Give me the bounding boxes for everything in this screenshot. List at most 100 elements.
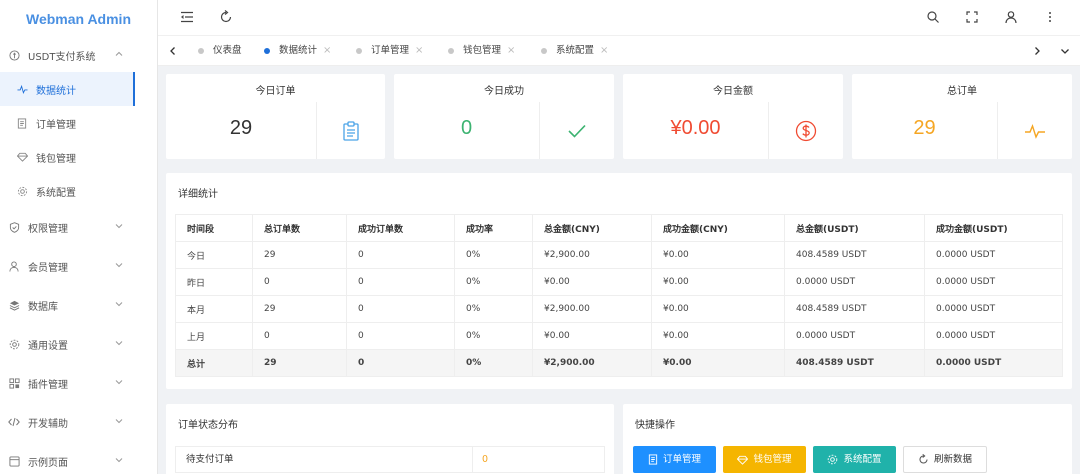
sidebar-item-wallets[interactable]: 钱包管理 <box>0 140 157 174</box>
table-cell: 29 <box>252 241 347 269</box>
user-icon[interactable] <box>1004 10 1018 24</box>
more-vertical-icon[interactable] <box>1043 10 1057 24</box>
table-total-row: 总计 29 0 0% ¥2,900.00 ¥0.00 408.4589 USDT 0.0000… <box>175 349 1063 377</box>
refresh-icon <box>918 454 929 465</box>
table-cell: 今日 <box>175 241 253 269</box>
sidebar-item-general-settings[interactable]: 通用设置 <box>0 327 157 361</box>
table-cell: 0 <box>346 241 455 269</box>
column-header: 成功金额(CNY) <box>651 214 785 242</box>
sidebar-item-permissions[interactable]: 权限管理 <box>0 210 157 244</box>
button-label: 钱包管理 <box>753 454 792 465</box>
usdt-icon <box>8 49 20 61</box>
table-cell: ¥0.00 <box>651 295 785 323</box>
sidebar-item-sys-config[interactable]: 系统配置 <box>0 174 157 208</box>
table-cell: 29 <box>252 295 347 323</box>
button-label: 系统配置 <box>843 454 882 465</box>
table-cell: ¥0.00 <box>651 349 785 377</box>
chevron-down-icon <box>115 458 123 463</box>
refresh-icon[interactable] <box>219 10 233 24</box>
chevron-down-icon[interactable] <box>1060 46 1070 56</box>
column-header: 成功金额(USDT) <box>924 214 1063 242</box>
stat-card-today-amount: 今日金额 ¥0.00 <box>623 74 843 159</box>
menu-fold-icon[interactable] <box>180 10 194 24</box>
page-icon <box>8 455 20 467</box>
document-icon <box>16 117 28 129</box>
table-cell: ¥0.00 <box>532 268 652 296</box>
sidebar-item-label: 插件管理 <box>28 379 68 391</box>
tab-dot <box>541 47 547 54</box>
tab-data-stats[interactable]: 数据统计 × <box>264 36 331 66</box>
sidebar-item-dev-tools[interactable]: 开发辅助 <box>0 405 157 439</box>
chevron-up-icon <box>115 51 123 56</box>
pulse-icon <box>1025 123 1045 139</box>
stat-value: 0 <box>460 117 473 139</box>
stat-value: 29 <box>913 117 936 139</box>
table-cell: 0 <box>346 349 455 377</box>
chevron-right-icon[interactable] <box>1032 46 1042 56</box>
table-cell: 0.0000 USDT <box>784 322 925 350</box>
detail-table: 时间段 总订单数 成功订单数 成功率 总金额(CNY) 成功金额(CNY) 总金… <box>175 214 1063 377</box>
fullscreen-icon[interactable] <box>965 10 979 24</box>
column-header: 成功率 <box>454 214 533 242</box>
sidebar-item-examples[interactable]: 示例页面 <box>0 444 157 474</box>
table-cell: 408.4589 USDT <box>784 349 925 377</box>
chevron-down-icon <box>115 263 123 268</box>
status-value: 0 <box>482 454 489 465</box>
stat-title: 今日订单 <box>255 86 296 97</box>
tab-orders[interactable]: 订单管理 × <box>356 36 423 66</box>
sidebar-item-plugins[interactable]: 插件管理 <box>0 366 157 400</box>
table-cell: 0% <box>454 295 533 323</box>
quick-refresh-button[interactable]: 刷新数据 <box>903 446 987 473</box>
table-cell: 0 <box>346 295 455 323</box>
sidebar-item-label: 权限管理 <box>28 223 68 235</box>
table-cell: 0.0000 USDT <box>924 241 1063 269</box>
sidebar-item-label: 开发辅助 <box>28 418 68 430</box>
table-cell: ¥0.00 <box>651 268 785 296</box>
column-header: 总金额(CNY) <box>532 214 652 242</box>
table-cell: ¥0.00 <box>651 322 785 350</box>
quick-sys-config-button[interactable]: 系统配置 <box>813 446 896 473</box>
check-icon <box>568 124 586 138</box>
stat-card-total-orders: 总订单 29 <box>852 74 1072 159</box>
close-icon[interactable]: × <box>600 45 608 56</box>
sidebar-item-usdt-system[interactable]: USDT支付系统 <box>0 38 157 72</box>
section-title: 订单状态分布 <box>178 420 238 431</box>
quick-wallets-button[interactable]: 钱包管理 <box>723 446 806 473</box>
database-icon <box>8 299 20 311</box>
stat-icon-box <box>997 102 1072 159</box>
table-cell: ¥0.00 <box>532 322 652 350</box>
sidebar-item-data-stats[interactable]: 数据统计 <box>0 72 135 106</box>
table-cell: 0 <box>252 322 347 350</box>
quick-orders-button[interactable]: 订单管理 <box>633 446 716 473</box>
sidebar: Webman Admin USDT支付系统 数据统计 订单管理 钱包管理 系统配… <box>0 0 158 474</box>
stat-title: 总订单 <box>947 86 977 97</box>
settings-icon <box>8 338 20 350</box>
sidebar-item-members[interactable]: 会员管理 <box>0 249 157 283</box>
tab-label: 仪表盘 <box>213 45 242 56</box>
close-icon[interactable]: × <box>507 45 515 56</box>
search-icon[interactable] <box>926 10 940 24</box>
sidebar-item-orders[interactable]: 订单管理 <box>0 106 157 140</box>
plugin-icon <box>8 377 20 389</box>
sidebar-item-label: 数据库 <box>28 301 58 313</box>
close-icon[interactable]: × <box>415 45 423 56</box>
gear-icon <box>827 454 838 465</box>
app-logo: Webman Admin <box>25 11 131 27</box>
stat-icon-box <box>768 102 843 159</box>
detail-stats-card: 详细统计 时间段 总订单数 成功订单数 成功率 总金额(CNY) 成功金额(CN… <box>166 173 1072 389</box>
sidebar-item-database[interactable]: 数据库 <box>0 288 157 322</box>
table-cell: 0.0000 USDT <box>784 268 925 296</box>
table-cell: 408.4589 USDT <box>784 241 925 269</box>
page-tabs: 仪表盘 数据统计 × 订单管理 × 钱包管理 × 系统配置 × <box>158 36 1080 66</box>
tab-wallets[interactable]: 钱包管理 × <box>448 36 515 66</box>
close-icon[interactable]: × <box>323 45 331 56</box>
tab-dashboard[interactable]: 仪表盘 <box>198 36 242 66</box>
chevron-down-icon <box>115 380 123 385</box>
detail-table-wrap: 时间段 总订单数 成功订单数 成功率 总金额(CNY) 成功金额(CNY) 总金… <box>175 214 1063 377</box>
tab-sys-config[interactable]: 系统配置 × <box>541 36 608 66</box>
chevron-left-icon[interactable] <box>168 46 178 56</box>
table-cell: 本月 <box>175 295 253 323</box>
table-cell: 0% <box>454 268 533 296</box>
table-row: 昨日 0 0 0% ¥0.00 ¥0.00 0.0000 USDT 0.0000 USDT <box>175 268 1063 296</box>
sidebar-item-label: 会员管理 <box>28 262 68 274</box>
